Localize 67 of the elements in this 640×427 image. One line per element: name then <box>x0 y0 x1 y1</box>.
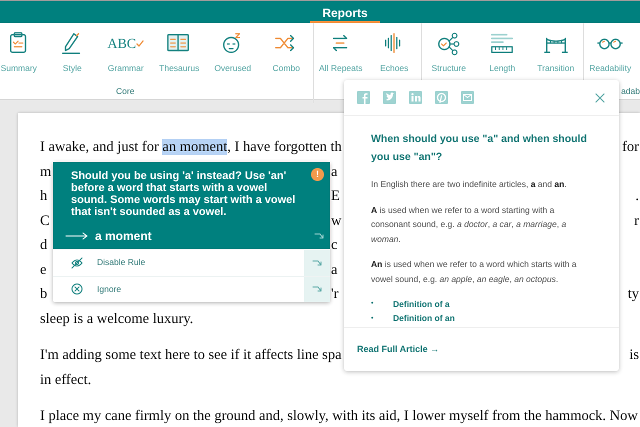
document-text: m <box>40 164 52 180</box>
return-arrow-icon <box>312 285 322 294</box>
group-label: Core <box>116 85 134 98</box>
facebook-icon[interactable] <box>357 91 370 104</box>
action-row[interactable]: Disable Rule <box>53 250 304 276</box>
toolbar-button[interactable]: All Repeats <box>314 31 368 75</box>
toolbar-button[interactable]: Overused <box>206 31 260 75</box>
document-text: b <box>40 286 48 302</box>
email-icon[interactable] <box>461 91 474 104</box>
document-text: r <box>634 212 639 230</box>
return-arrow-icon <box>312 258 322 267</box>
apply-button[interactable] <box>304 250 330 276</box>
document-text: a <box>331 162 338 182</box>
read-article-link[interactable]: Read Full Article → <box>357 342 440 356</box>
definition-link[interactable]: Definition of an <box>393 312 455 326</box>
toolbar-button[interactable]: Style <box>46 31 99 75</box>
document-text: C <box>40 212 50 228</box>
document-text: I place my cane firmly on the ground and, slowly, with its aid, I lower myself from the hammock. Now <box>40 408 638 424</box>
article-paragraph: A is used when we refer to a word starting with a consonant sound, e.g. a doctor, a car, a marriage, a woman. <box>371 204 568 246</box>
document-text: sleep is a welcome luxury. <box>40 310 194 326</box>
toolbar-button[interactable]: Transition <box>529 31 582 75</box>
document-text: w <box>331 212 342 230</box>
toolbar-button[interactable]: Echoes <box>368 31 421 75</box>
document-text: I awake, and just for <box>40 139 160 155</box>
document-text: E <box>331 187 340 206</box>
document-text: for <box>622 138 639 157</box>
close-circle-icon <box>71 283 83 296</box>
document-text: in effect. <box>40 372 92 388</box>
replacement-suggestion[interactable]: a moment <box>95 227 152 245</box>
article-title: When should you use "a" and when should you use "an"? <box>371 132 588 165</box>
definition-link[interactable]: Definition of a <box>393 298 450 311</box>
document-text: I'm adding some text here to see if it affects line spa <box>40 347 342 363</box>
check-icon <box>136 39 144 49</box>
document-text: ty <box>628 285 639 304</box>
apply-button[interactable] <box>304 276 330 302</box>
document-text: c <box>331 236 338 255</box>
toolbar-button[interactable]: ABC Grammar <box>99 31 152 75</box>
document-text: e <box>40 262 46 278</box>
toolbar-button[interactable]: Readability <box>584 31 637 75</box>
document-text: . <box>635 187 639 206</box>
network-nodes-icon <box>436 31 462 57</box>
document-text: a <box>331 260 338 280</box>
group-label: adab <box>621 85 640 98</box>
article-paragraph: An is used when we refer to a word which starts with a vowel sound, e.g. an apple, an eagle, an octopus. <box>371 258 578 286</box>
pinterest-icon[interactable] <box>435 91 448 104</box>
linkedin-icon[interactable] <box>409 91 422 104</box>
toolbar-button[interactable]: Combo <box>260 31 313 75</box>
document-text: d <box>40 237 48 253</box>
action-row[interactable]: Ignore <box>53 276 304 302</box>
eye-slash-icon <box>71 256 83 269</box>
abc-check-icon: ABC <box>107 31 144 57</box>
highlighted-text: an moment <box>162 139 228 155</box>
article-paragraph: In English there are two indefinite articles, a and an. <box>371 178 568 191</box>
toolbar-button[interactable]: Length <box>476 31 529 75</box>
document-text: 'r <box>331 285 338 304</box>
return-arrow-icon <box>314 232 324 240</box>
document-text: h <box>40 188 48 204</box>
document-text: , I have forgotten th <box>227 139 342 155</box>
close-icon[interactable] <box>595 92 605 102</box>
twitter-icon[interactable] <box>383 91 396 104</box>
info-badge: ! <box>311 168 324 181</box>
arrow-right-icon <box>65 232 89 240</box>
toolbar-button[interactable]: Thesaurus <box>152 31 206 75</box>
document-text: is <box>629 346 639 365</box>
suggestion-message: Should you be using 'a' instead? Use 'an' before a word that starts with a vowel sound. Some words may start with a vowel that isn't sounded as a vowel. <box>71 170 296 218</box>
toolbar-button[interactable]: Structure <box>422 31 476 75</box>
toolbar-button[interactable]: Summary <box>0 31 46 75</box>
